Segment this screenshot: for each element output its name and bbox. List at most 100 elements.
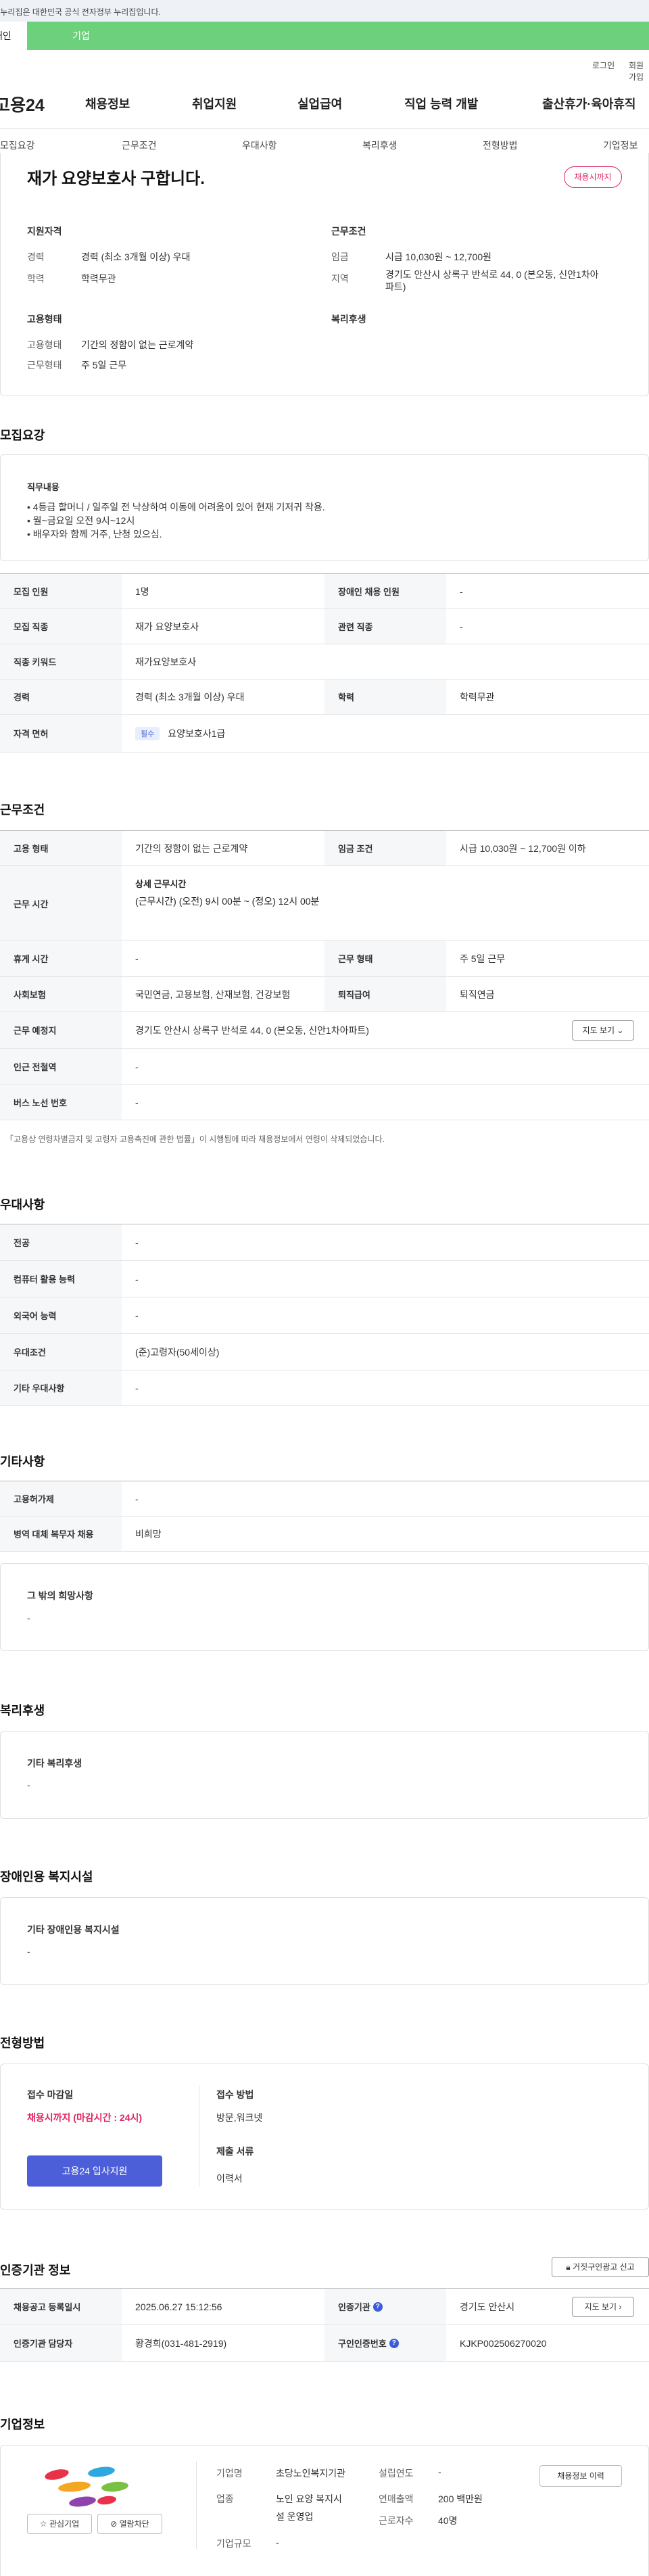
emp-heading: 고용형태 [27,314,62,325]
td-career: 경력 (최소 3개월 이상) 우대 [135,691,245,702]
table-row: 우대조건 (준)고령자(50세이상) [0,1334,649,1370]
td-language: - [135,1310,139,1321]
gnb-item-parental-leave[interactable]: 출산휴가·육아휴직 [542,95,635,112]
industry-value-line2: 설 운영업 [276,2511,314,2522]
th-cert-no: 구인인증번호? [324,2325,446,2361]
area-value-line2: 파트) [385,281,406,292]
th-permit: 고용허가제 [0,1481,122,1516]
staff-value: 40명 [438,2515,458,2526]
gnb-item-jobs[interactable]: 채용정보 [85,95,130,112]
th-rest: 휴게 시간 [0,940,122,976]
section-company-title: 기업정보 [0,2418,45,2431]
td-emp: 기간의 정함이 없는 근로계약 [135,842,248,854]
gnb-item-employment-support[interactable]: 취업지원 [192,95,237,112]
td-manager: 황경희(031-481-2919) [135,2337,227,2349]
required-chip: 필수 [135,726,160,740]
td-license: 필수 요양보호사1급 [122,715,225,752]
td-pref-cond: (준)고령자(50세이상) [135,1346,220,1358]
td-form: 주 5일 근무 [460,953,506,964]
subnav-work[interactable]: 근무조건 [122,139,157,152]
th-job: 모집 직종 [0,609,122,644]
th-license: 자격 면허 [0,715,122,752]
method-label: 접수 방법 [216,2089,254,2100]
th-edu: 학력 [324,679,446,714]
edu-label: 학력 [27,273,45,284]
td-wage: 시급 10,030원 ~ 12,700원 이하 [460,842,586,854]
apply-button[interactable]: 고용24 입사지원 [27,2155,162,2187]
gnb-item-training[interactable]: 직업 능력 개발 [404,95,478,112]
map-view-button[interactable]: 지도 보기 ⌄ [572,1020,634,1041]
th-manager: 인증기관 담당자 [0,2325,122,2361]
td-military: 비희망 [135,1528,162,1540]
table-row: 채용공고 등록일시 2025.06.27 15:12:56 인증기관? 경기도 … [0,2289,649,2325]
td-place: 경기도 안산시 상록구 반석로 44, 0 (본오동, 신안1차아파트) [135,1024,369,1036]
favorite-company-button[interactable]: ☆ 관심기업 [27,2514,92,2534]
td-bus: - [135,1097,139,1108]
th-pref-cond: 우대조건 [0,1334,122,1370]
join-link[interactable]: 회원가입 [629,59,649,82]
org-map-button[interactable]: 지도 보기 › [572,2297,634,2317]
table-row: 전공 - [0,1224,649,1261]
site-logo[interactable]: 고용24 [0,92,45,116]
report-fake-ad-button[interactable]: 🔒︎ 거짓구인광고 신고 [552,2257,649,2277]
table-row: 모집 인원 1명 장애인 채용 인원 - [0,574,649,609]
subnav-recruit[interactable]: 모집요강 [0,139,35,152]
tab-business[interactable]: 기업 [27,22,135,50]
process-card [0,2064,649,2210]
th-time: 근무 시간 [0,866,122,940]
emp-value: 기간의 정함이 없는 근로계약 [81,339,194,350]
table-row: 인근 전철역 - [0,1049,649,1085]
chevron-down-icon: ⌄ [617,1026,624,1035]
company-name-label: 기업명 [216,2468,243,2479]
td-reg: 2025.06.27 15:12:56 [135,2301,222,2312]
size-label: 기업규모 [216,2538,251,2549]
th-headcount: 모집 인원 [0,574,122,609]
subnav-pref[interactable]: 우대사항 [242,139,277,152]
welfare-etc-value: - [27,1780,30,1790]
td-keyword: 재가요양보호사 [135,656,197,667]
td-edu: 학력무관 [460,691,495,702]
th-military: 병역 대체 복무자 채용 [0,1517,122,1551]
table-row: 모집 직종 재가 요양보호사 관련 직종 - [0,609,649,644]
th-place: 근무 예정지 [0,1012,122,1048]
gnb-item-unemployment[interactable]: 실업급여 [297,95,342,112]
docs-value: 이력서 [216,2173,243,2184]
td-pref-etc: - [135,1382,139,1393]
hope-card [0,1563,649,1651]
td-major: - [135,1237,139,1248]
subnav-welfare[interactable]: 복리후생 [362,139,398,152]
th-computer: 컴퓨터 활용 능력 [0,1261,122,1297]
emp-label: 고용형태 [27,339,62,350]
info-icon[interactable]: ? [372,2301,383,2312]
company-divider [196,2461,197,2549]
block-icon: ⊘ [110,2519,118,2529]
th-keyword: 직종 키워드 [0,644,122,679]
section-recruit-title: 모집요강 [0,429,45,442]
table-row: 휴게 시간 - 근무 형태 주 5일 근무 [0,940,649,977]
section-etc-title: 기타사항 [0,1455,45,1469]
table-row: 자격 면허 필수 요양보호사1급 [0,715,649,753]
th-emp: 고용 형태 [0,831,122,865]
info-icon[interactable]: ? [389,2338,399,2348]
th-retire: 퇴직급여 [324,977,446,1011]
block-company-button[interactable]: ⊘ 열람차단 [97,2514,162,2534]
worktype-value: 주 5일 근무 [81,360,127,371]
deadline-value: 채용시까지 (마감시간 : 24시) [27,2112,143,2123]
star-icon: ☆ [39,2519,47,2529]
subnav-company[interactable]: 기업정보 [603,139,638,152]
subnav-process[interactable]: 전형방법 [483,139,518,152]
tab-individual[interactable]: 개인 [0,22,27,50]
welfare-card [0,1731,649,1819]
th-insurance: 사회보험 [0,977,122,1011]
hiring-history-button[interactable]: 채용정보 이력 [539,2465,622,2487]
table-row: 근무 시간 상세 근무시간 (근무시간) (오전) 9시 00분 ~ (정오) … [0,866,649,940]
qual-heading: 지원자격 [27,226,62,237]
chevron-right-icon: › [619,2302,622,2312]
login-link[interactable]: 로그인 [592,59,615,71]
founded-value: - [438,2466,441,2477]
td-org: 경기도 안산시 [460,2301,515,2312]
th-station: 인근 전철역 [0,1049,122,1084]
table-row: 버스 노선 번호 - [0,1085,649,1120]
hope-heading: 그 밖의 희망사항 [27,1590,93,1601]
td-job: 재가 요양보호사 [135,621,199,632]
